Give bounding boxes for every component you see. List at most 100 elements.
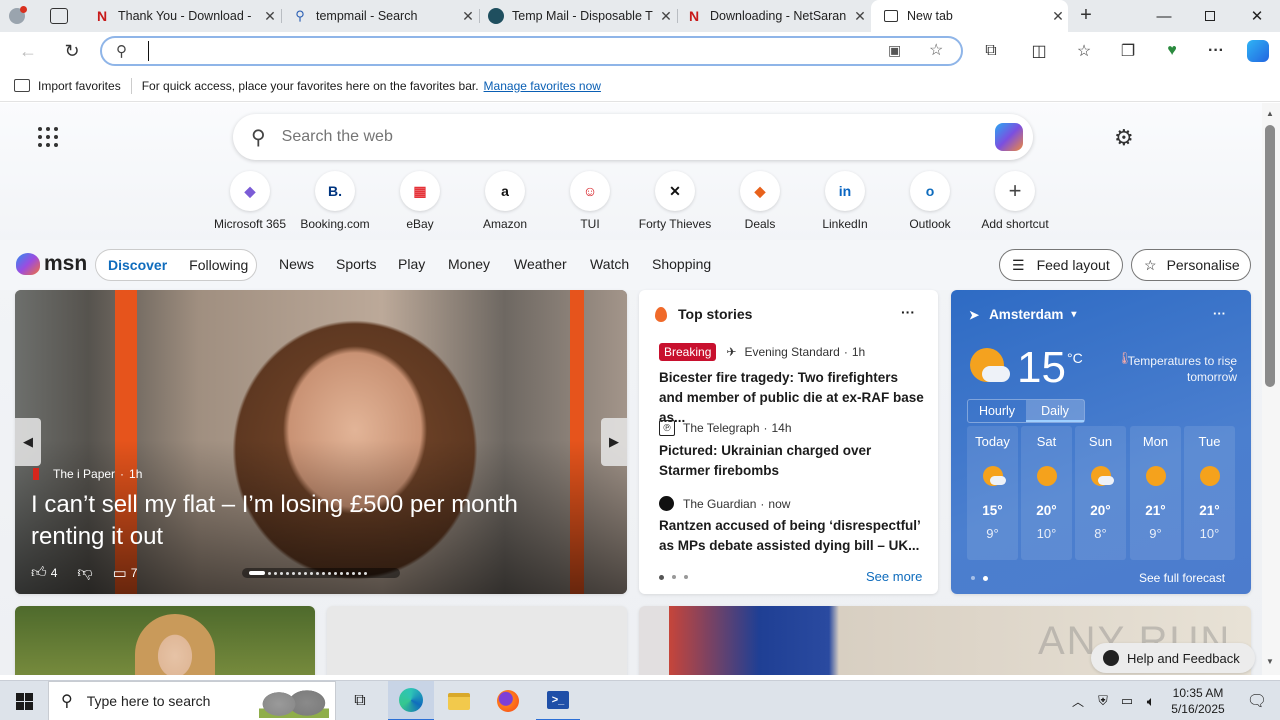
close-tab-icon[interactable]: ✕ (850, 8, 870, 25)
carousel-prev-button[interactable]: ◀ (15, 418, 41, 466)
tab-following[interactable]: Following (189, 257, 248, 273)
import-favorites-button[interactable]: Import favorites (38, 79, 121, 93)
address-input[interactable] (148, 41, 848, 61)
browser-essentials-icon[interactable]: ♥ (1158, 37, 1186, 65)
split-screen-icon[interactable]: ◫ (1025, 37, 1053, 65)
file-explorer-icon[interactable] (438, 681, 480, 720)
weather-note[interactable]: Temperatures to rise tomorrow (1121, 353, 1237, 385)
close-tab-icon[interactable]: ✕ (656, 8, 676, 25)
carousel-dot[interactable] (340, 571, 343, 575)
carousel-dot[interactable] (298, 571, 301, 575)
tab-actions-icon[interactable] (50, 8, 68, 24)
carousel-dot[interactable] (268, 571, 271, 575)
carousel-next-button[interactable]: ▶ (601, 418, 627, 466)
close-tab-icon[interactable]: ✕ (458, 8, 478, 25)
carousel-dot[interactable] (364, 571, 367, 575)
weather-location[interactable]: ➤ Amsterdam ▾ (969, 307, 1076, 322)
new-tab-button[interactable]: + (1074, 4, 1098, 28)
carousel-dot[interactable] (352, 571, 355, 575)
powershell-icon[interactable]: >_ (536, 681, 580, 720)
immersive-reader-icon[interactable]: ▣ (888, 42, 901, 59)
favorite-star-icon[interactable]: ☆ (929, 40, 943, 60)
daily-tab[interactable]: Daily (1026, 400, 1084, 422)
nav-weather[interactable]: Weather (514, 256, 567, 272)
story-card[interactable] (15, 606, 315, 675)
more-options-icon[interactable]: ··· (1202, 37, 1230, 65)
msn-logo[interactable]: msn (16, 252, 87, 276)
tab-discover[interactable]: Discover (108, 257, 167, 273)
carousel-dot[interactable] (358, 571, 361, 575)
back-icon[interactable]: ← (14, 37, 42, 65)
tab-new-tab[interactable]: New tab ✕ (871, 0, 1068, 32)
comment-icon[interactable]: ▭ (113, 564, 127, 582)
see-full-forecast-link[interactable]: See full forecast (1139, 571, 1225, 585)
nav-money[interactable]: Money (448, 256, 490, 272)
forecast-day[interactable]: Tue 21° 10° (1184, 426, 1235, 560)
shortcut-linkedin[interactable]: in LinkedIn (802, 171, 888, 231)
shortcut-forty-thieves[interactable]: ✕ Forty Thieves (632, 171, 718, 231)
shortcut-add-shortcut[interactable]: + Add shortcut (972, 171, 1058, 231)
shortcut-amazon[interactable]: a Amazon (462, 171, 548, 231)
defender-icon[interactable]: ⛨ (1092, 681, 1114, 720)
shortcut-microsoft-365[interactable]: ◆ Microsoft 365 (207, 171, 293, 231)
clock[interactable]: 10:35 AM 5/16/2025 (1162, 681, 1234, 720)
minimize-button[interactable]: — (1141, 0, 1187, 32)
shortcut-tui[interactable]: ☺ TUI (547, 171, 633, 231)
app-launcher-icon[interactable] (38, 127, 58, 147)
carousel-dot[interactable] (286, 571, 289, 575)
tab-temp-mail[interactable]: Temp Mail - Disposable T ✕ (480, 0, 676, 32)
carousel-dot[interactable] (322, 571, 325, 575)
volume-icon[interactable]: 🔈︎ (1140, 681, 1162, 720)
more-options-icon[interactable]: ··· (1213, 306, 1226, 321)
forecast-day[interactable]: Today 15° 9° (967, 426, 1018, 560)
carousel-dot[interactable] (292, 571, 295, 575)
nav-play[interactable]: Play (398, 256, 425, 272)
forecast-day[interactable]: Mon 21° 9° (1130, 426, 1181, 560)
close-tab-icon[interactable]: ✕ (1048, 8, 1068, 25)
nav-shopping[interactable]: Shopping (652, 256, 711, 272)
start-button[interactable] (0, 681, 48, 720)
extensions-icon[interactable]: ⧉ (977, 37, 1005, 65)
address-bar[interactable]: ⚲ ▣ ☆ (100, 36, 963, 66)
scroll-up-arrow[interactable]: ▲ (1266, 109, 1274, 118)
carousel-dot[interactable] (328, 571, 331, 575)
story-headline[interactable]: Bicester fire tragedy: Two firefighters … (659, 368, 924, 428)
carousel-dot[interactable] (346, 571, 349, 575)
tab-thank-you-download[interactable]: N Thank You - Download - ✕ (84, 0, 280, 32)
web-search-box[interactable]: ⚲ (233, 114, 1033, 160)
close-window-button[interactable]: ✕ (1234, 0, 1280, 32)
profile-icon[interactable] (6, 6, 28, 26)
like-icon[interactable]: 👍︎ (31, 564, 47, 582)
chevron-right-icon[interactable]: › (1229, 360, 1234, 376)
edge-taskbar-icon[interactable] (388, 681, 434, 720)
shortcut-deals[interactable]: ◆ Deals (717, 171, 803, 231)
see-more-link[interactable]: See more (866, 569, 922, 584)
refresh-icon[interactable]: ↻ (58, 37, 86, 65)
carousel-dot[interactable] (274, 571, 277, 575)
scrollbar-thumb[interactable] (1265, 125, 1275, 387)
carousel-dot[interactable] (316, 571, 319, 575)
favorites-icon[interactable]: ☆ (1070, 37, 1098, 65)
personalise-button[interactable]: ☆ Personalise (1131, 249, 1251, 281)
carousel-dot[interactable] (334, 571, 337, 575)
nav-news[interactable]: News (279, 256, 314, 272)
carousel-dot[interactable] (304, 571, 307, 575)
close-tab-icon[interactable]: ✕ (260, 8, 280, 25)
page-scrollbar[interactable]: ▲ ▼ (1262, 103, 1280, 675)
manage-favorites-link[interactable]: Manage favorites now (484, 79, 601, 93)
help-feedback-button[interactable]: Help and Feedback (1091, 643, 1255, 673)
network-icon[interactable]: ▭ (1116, 681, 1138, 720)
story-headline[interactable]: Rantzen accused of being ‘disrespectful’… (659, 516, 924, 556)
restore-button[interactable] (1187, 0, 1233, 32)
task-view-icon[interactable]: ⧉ (340, 681, 380, 720)
forecast-day[interactable]: Sat 20° 10° (1021, 426, 1072, 560)
forecast-day[interactable]: Sun 20° 8° (1075, 426, 1126, 560)
hourly-tab[interactable]: Hourly (968, 400, 1026, 422)
carousel-dot[interactable] (310, 571, 313, 575)
hero-story-card[interactable]: ◀ ▶ The i Paper · 1h I can’t sell my fla… (15, 290, 627, 594)
dislike-icon[interactable]: 👎︎ (77, 564, 92, 582)
collections-icon[interactable]: ❐ (1114, 37, 1142, 65)
show-hidden-icons-chevron[interactable]: ︿ (1068, 681, 1088, 720)
taskbar-search[interactable]: ⚲ Type here to search (48, 681, 336, 720)
tab-tempmail-search[interactable]: ⚲ tempmail - Search ✕ (282, 0, 478, 32)
